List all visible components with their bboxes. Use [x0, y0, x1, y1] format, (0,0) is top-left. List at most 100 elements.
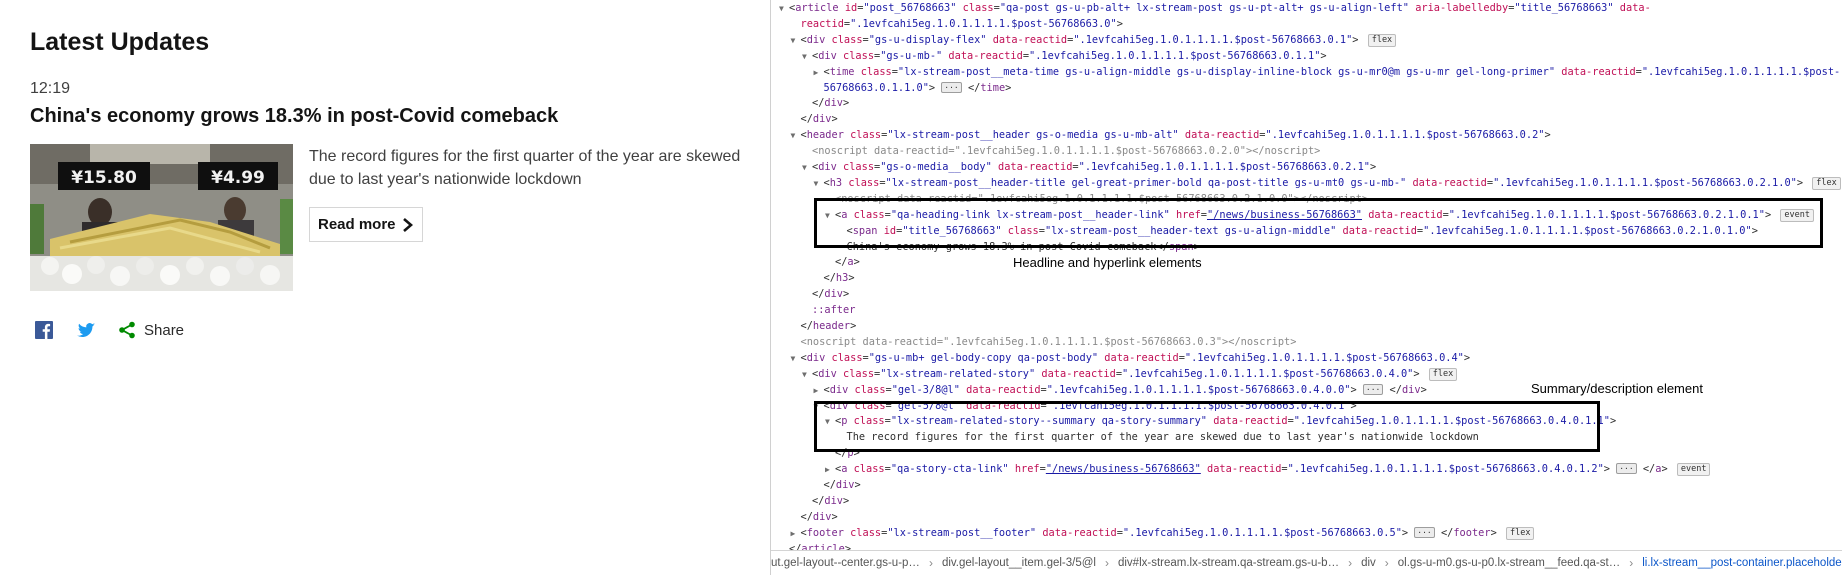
breadcrumb-separator-icon: › [1629, 555, 1634, 570]
dom-node-line[interactable]: <noscript data-reactid=".1evfcahi5eg.1.0… [791, 334, 1297, 350]
collapsed-triangle-icon[interactable]: ▶ [791, 526, 801, 542]
dom-node-markup: </div> [812, 97, 850, 110]
dom-node-markup: <h3 class="lx-stream-post__header-title … [824, 176, 1841, 190]
dom-node-line[interactable]: </div> [802, 493, 849, 509]
dom-node-markup: <div class="lx-stream-related-story" dat… [812, 367, 1458, 381]
dom-node-line[interactable]: ▼ <div class="gs-u-display-flex" data-rea… [791, 32, 1397, 48]
breadcrumb-item[interactable]: div#lx-stream.lx-stream.qa-stream.gs-u-b… [1118, 557, 1339, 569]
breadcrumb-tag: div [1361, 556, 1376, 569]
dom-node-line[interactable]: ▼ <header class="lx-stream-post__header g… [791, 127, 1551, 143]
expanded-triangle-icon[interactable]: ▼ [791, 128, 801, 144]
price-sign-1: ¥15.80 [71, 168, 137, 188]
dom-node-markup: </h3> [823, 272, 855, 285]
dom-node-line[interactable]: </div> [791, 111, 838, 127]
dom-node-line[interactable]: </div> [802, 286, 849, 302]
expanded-triangle-icon[interactable]: ▼ [802, 160, 812, 176]
post-time: 12:19 [30, 80, 71, 97]
dom-node-line[interactable]: </h3> [814, 270, 855, 286]
dom-node-line[interactable]: <noscript data-reactid=".1evfcahi5eg.1.0… [802, 143, 1320, 159]
dom-node-markup: <div class="gel-3/8@l" data-reactid=".1e… [823, 383, 1427, 396]
expanded-triangle-icon[interactable]: ▼ [791, 33, 801, 49]
dom-node-line[interactable]: </a> [825, 254, 860, 270]
breadcrumb-item[interactable]: ol.gs-u-m0.gs-u-p0.lx-stream__feed.qa-st… [1398, 557, 1620, 569]
breadcrumb-item[interactable]: ut.gel-layout--center.gs-u-p… [771, 557, 920, 569]
dom-node-markup: <a class="qa-story-cta-link" href="/news… [835, 463, 1711, 477]
dom-node-line[interactable]: ▶ <a class="qa-story-cta-link" href="/new… [825, 461, 1711, 478]
dom-node-markup: <header class="lx-stream-post__header gs… [800, 129, 1551, 142]
dom-node-line[interactable]: ▼ <div class="gs-o-media__body" data-reac… [802, 159, 1376, 175]
dom-node-line[interactable]: ▼ <div class="gs-u-mb+ gel-body-copy qa-p… [791, 350, 1471, 366]
breadcrumb-selector: .gel-layout__item.gel-3/5@l [955, 556, 1096, 569]
dom-node-line[interactable]: </div> [791, 509, 838, 525]
dom-node-markup: </div> [800, 510, 838, 523]
summary-highlight-box [814, 401, 1600, 452]
dom-node-line[interactable]: ▶ <footer class="lx-stream-post__footer" … [791, 525, 1535, 541]
dom-node-line[interactable]: ▶ <time class="lx-stream-post__meta-time … [814, 64, 1841, 80]
facebook-icon[interactable] [34, 320, 54, 340]
dom-node-markup: </div> [812, 494, 850, 507]
dom-node-markup: <time class="lx-stream-post__meta-time g… [823, 65, 1841, 78]
dom-node-line[interactable]: ▼ <div class="gs-u-mb-" data-reactid=".1e… [802, 48, 1327, 64]
dom-node-markup: 56768663.0.1.1.0"> ··· </time> [823, 81, 1012, 94]
dom-node-markup: <div class="gs-u-display-flex" data-reac… [801, 33, 1397, 47]
breadcrumb-tag: div [941, 556, 956, 569]
breadcrumb: ut.gel-layout--center.gs-u-p… › div.gel-la… [771, 550, 1842, 574]
dom-node-line[interactable]: ::after [802, 302, 855, 318]
dom-node-markup: <article id="post_56768663" class="qa-po… [789, 2, 1651, 14]
dom-node-markup: </div> [800, 113, 838, 126]
breadcrumb-item[interactable]: div.gel-layout__item.gel-3/5@l [942, 557, 1096, 569]
breadcrumb-item[interactable]: div [1361, 557, 1376, 569]
collapsed-triangle-icon[interactable]: ▶ [814, 65, 824, 81]
section-title: Latest Updates [30, 28, 210, 56]
breadcrumb-separator-icon: › [1384, 555, 1389, 570]
expanded-triangle-icon[interactable]: ▼ [779, 1, 789, 17]
dom-node-line[interactable]: </div> [814, 477, 861, 493]
dom-node-markup: </div> [812, 288, 850, 301]
dom-node-markup: <noscript data-reactid=".1evfcahi5eg.1.0… [812, 145, 1321, 158]
read-more-button[interactable]: Read more [309, 207, 423, 242]
share-button[interactable]: Share [118, 321, 184, 339]
expanded-triangle-icon[interactable]: ▼ [802, 49, 812, 65]
collapsed-triangle-icon[interactable]: ▶ [814, 383, 824, 399]
share-label: Share [144, 321, 185, 339]
read-more-label: Read more [318, 216, 396, 233]
dom-node-line[interactable]: ▼ <article id="post_56768663" class="qa-p… [779, 0, 1651, 16]
dom-node-markup: <noscript data-reactid=".1evfcahi5eg.1.0… [800, 335, 1297, 348]
dom-node-line[interactable]: </header> [791, 318, 857, 334]
breadcrumb-separator-icon: › [1348, 555, 1353, 570]
expanded-triangle-icon[interactable]: ▼ [814, 176, 824, 192]
dom-node-markup: <footer class="lx-stream-post__footer" d… [801, 526, 1535, 540]
dom-node-markup: reactid=".1evfcahi5eg.1.0.1.1.1.1.$post-… [800, 17, 1123, 30]
dom-node-line[interactable]: ▶ <div class="gel-3/8@l" data-reactid=".1… [814, 382, 1427, 398]
post-headline-link[interactable]: China's economy grows 18.3% in post-Covi… [30, 105, 558, 128]
post-summary: The record figures for the first quarter… [309, 148, 741, 188]
dom-node-markup: </header> [800, 320, 857, 332]
dom-node-line[interactable]: ▼ <div class="lx-stream-related-story" da… [802, 366, 1458, 383]
price-sign-2: ¥4.99 [211, 168, 265, 188]
breadcrumb-item[interactable]: li.lx-stream__post-container.placeholder… [1642, 557, 1842, 569]
breadcrumb-tag: div [1117, 556, 1133, 569]
collapsed-triangle-icon[interactable]: ▶ [825, 462, 835, 478]
dom-node-markup: <div class="gs-o-media__body" data-react… [812, 161, 1377, 173]
breadcrumb-selector: #lx-stream.lx-stream.qa-stream.gs-u-b… [1132, 556, 1340, 569]
twitter-icon[interactable] [76, 320, 96, 340]
dom-node-line[interactable]: ▼ <h3 class="lx-stream-post__header-title… [814, 175, 1841, 191]
summary-annotation: Summary/description element [1531, 381, 1703, 396]
dom-node-line[interactable]: reactid=".1evfcahi5eg.1.0.1.1.1.1.$post-… [791, 16, 1123, 32]
expanded-triangle-icon[interactable]: ▼ [802, 367, 812, 383]
expanded-triangle-icon[interactable]: ▼ [791, 351, 801, 367]
dom-node-line[interactable]: </div> [802, 95, 849, 111]
dom-node-line[interactable]: 56768663.0.1.1.0"> ··· </time> [814, 80, 1012, 97]
breadcrumb-selector: .gs-u-m0.gs-u-p0.lx-stream__feed.qa-st… [1406, 556, 1621, 569]
share-icon [119, 321, 135, 339]
